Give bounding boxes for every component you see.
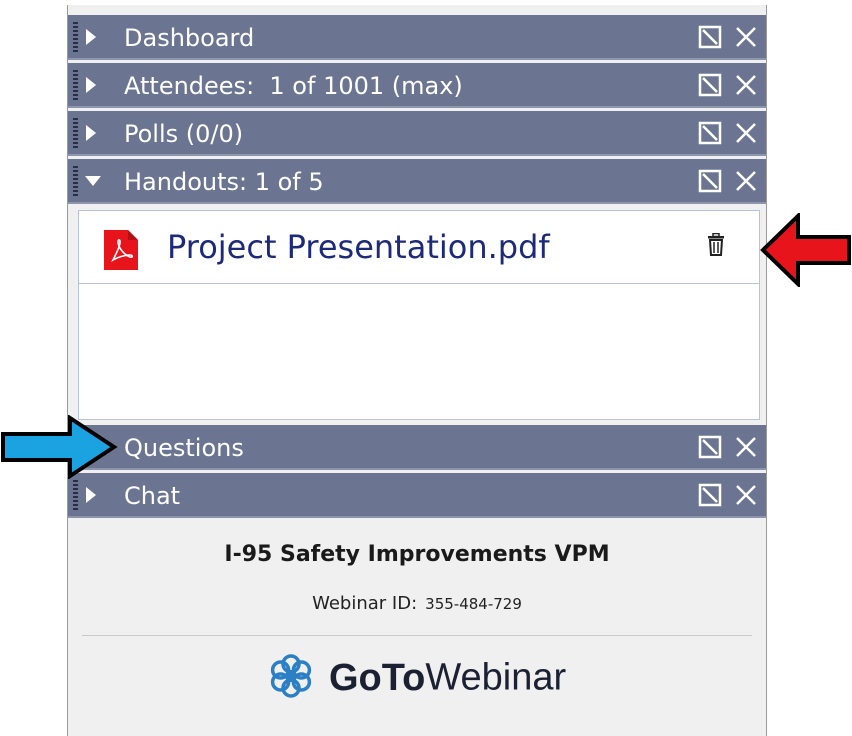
drag-grip-icon[interactable]: [73, 118, 78, 148]
brand-goto: GoTo: [328, 656, 426, 699]
panel-label: Chat: [124, 482, 181, 510]
drag-grip-icon[interactable]: [73, 480, 78, 510]
control-panel: Dashboard Attendees: 1 of 1001 (max) Pol…: [67, 5, 767, 736]
panel-attendees-header[interactable]: Attendees: 1 of 1001 (max): [68, 63, 766, 108]
drag-grip-icon[interactable]: [73, 166, 78, 196]
panel-label: Polls (0/0): [124, 120, 244, 148]
panel-dashboard-header[interactable]: Dashboard: [68, 15, 766, 60]
divider: [82, 635, 752, 636]
popout-icon[interactable]: [698, 169, 722, 193]
handout-file-name[interactable]: Project Presentation.pdf: [167, 227, 550, 267]
webinar-title: I-95 Safety Improvements VPM: [224, 542, 610, 567]
trash-icon[interactable]: [706, 233, 726, 257]
close-icon[interactable]: [734, 73, 758, 97]
expand-arrow-icon[interactable]: [86, 487, 96, 503]
popout-icon[interactable]: [698, 121, 722, 145]
red-arrow-annotation: [760, 213, 851, 287]
pdf-file-icon: [104, 230, 138, 270]
popout-icon[interactable]: [698, 73, 722, 97]
close-icon[interactable]: [734, 169, 758, 193]
webinar-id-label: Webinar ID:: [312, 593, 418, 614]
blue-arrow-annotation: [1, 415, 118, 479]
brand-webinar: Webinar: [425, 656, 567, 699]
panel-label: Dashboard: [124, 24, 255, 52]
expand-arrow-icon[interactable]: [86, 29, 96, 45]
handouts-list: Project Presentation.pdf: [78, 210, 760, 420]
popout-icon[interactable]: [698, 483, 722, 507]
collapse-arrow-icon[interactable]: [85, 176, 101, 186]
close-icon[interactable]: [734, 121, 758, 145]
panel-label: Attendees: 1 of 1001 (max): [124, 72, 463, 100]
gotowebinar-logo: GoToWebinar: [68, 653, 766, 713]
popout-icon[interactable]: [698, 435, 722, 459]
popout-icon[interactable]: [698, 25, 722, 49]
panel-questions-header[interactable]: Questions: [68, 425, 766, 470]
close-icon[interactable]: [734, 435, 758, 459]
panel-label: Handouts: 1 of 5: [124, 168, 324, 196]
panel-handouts-header[interactable]: Handouts: 1 of 5: [68, 159, 766, 204]
close-icon[interactable]: [734, 25, 758, 49]
panel-polls-header[interactable]: Polls (0/0): [68, 111, 766, 156]
gotowebinar-flower-icon: [268, 653, 314, 703]
panel-chat-header[interactable]: Chat: [68, 473, 766, 518]
panel-label: Questions: [124, 434, 244, 462]
close-icon[interactable]: [734, 483, 758, 507]
expand-arrow-icon[interactable]: [86, 77, 96, 93]
webinar-id: Webinar ID: 355-484-729: [68, 592, 766, 616]
drag-grip-icon[interactable]: [73, 70, 78, 100]
expand-arrow-icon[interactable]: [86, 125, 96, 141]
webinar-id-value: 355-484-729: [425, 595, 522, 613]
drag-grip-icon[interactable]: [73, 22, 78, 52]
handout-item[interactable]: Project Presentation.pdf: [79, 211, 759, 284]
